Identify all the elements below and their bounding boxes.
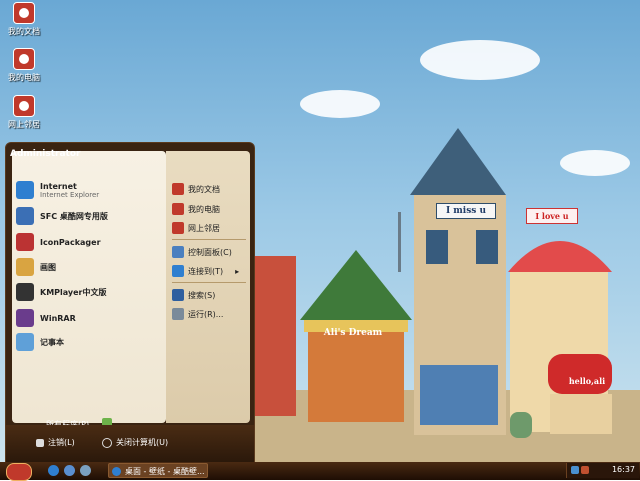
internet-explorer-icon [16, 181, 34, 199]
task-label: 桌面 - 壁纸 - 桌酷壁... [125, 467, 205, 476]
start-button[interactable] [6, 463, 32, 481]
right-item-my-documents[interactable]: 我的文档 [172, 183, 220, 195]
desktop-icon-label: 我的电脑 [8, 73, 40, 82]
notepad-icon [16, 333, 34, 351]
search-icon [172, 289, 184, 301]
pinned-title: 记事本 [40, 337, 64, 347]
right-item-connect-to[interactable]: 连接到(T) ▸ [172, 265, 239, 277]
sfc-icon [16, 207, 34, 225]
quicklaunch-ie-icon[interactable] [48, 465, 59, 476]
pinned-title: SFC 桌酷网专用版 [40, 211, 108, 221]
desktop-icon-my-documents[interactable]: 我的文档 [0, 2, 52, 37]
ie-icon [112, 467, 121, 476]
logoff-button[interactable]: 注销(L) [36, 437, 75, 448]
sign-i-love-u: I love u [526, 208, 578, 224]
right-item-label: 我的文档 [188, 184, 220, 194]
right-item-label: 搜索(S) [188, 290, 216, 300]
pinned-kmplayer[interactable]: KMPlayer中文版 [16, 283, 107, 301]
taskbar: 桌面 - 壁纸 - 桌酷壁... 16:37 [0, 462, 640, 481]
right-item-label: 运行(R)... [188, 309, 224, 319]
right-item-search[interactable]: 搜索(S) [172, 289, 215, 301]
tray-volume-icon[interactable] [581, 466, 589, 474]
network-places-icon [172, 222, 184, 234]
shutdown-label: 关闭计算机(U) [116, 438, 169, 447]
system-tray: 16:37 [566, 463, 639, 478]
start-menu-bottom-bar: 注销(L) 关闭计算机(U) [6, 425, 254, 463]
pinned-title: Internet [40, 181, 77, 191]
run-icon [172, 308, 184, 320]
quicklaunch-media-icon[interactable] [80, 465, 91, 476]
menu-separator [172, 239, 246, 240]
pinned-title: WinRAR [40, 313, 76, 323]
pinned-notepad[interactable]: 记事本 [16, 333, 64, 351]
quicklaunch-desktop-icon[interactable] [64, 465, 75, 476]
winrar-icon [16, 309, 34, 327]
pinned-sfc[interactable]: SFC 桌酷网专用版 [16, 207, 108, 225]
kmplayer-icon [16, 283, 34, 301]
pinned-iconpackager[interactable]: IconPackager [16, 233, 101, 251]
iconpackager-icon [16, 233, 34, 251]
sign-hello-ali: hello,ali [568, 376, 606, 386]
right-item-my-computer[interactable]: 我的电脑 [172, 203, 220, 215]
right-item-label: 控制面板(C) [188, 247, 232, 257]
paint-icon [16, 258, 34, 276]
desktop-icon-network-places[interactable]: 网上邻居 [0, 95, 52, 130]
pinned-internet[interactable]: Internet Internet Explorer [16, 181, 99, 199]
pinned-title: KMPlayer中文版 [40, 287, 107, 297]
desktop-icon-label: 网上邻居 [8, 120, 40, 129]
right-item-label: 网上邻居 [188, 223, 220, 233]
right-item-label: 我的电脑 [188, 204, 220, 214]
my-computer-icon [172, 203, 184, 215]
lock-icon [36, 438, 44, 447]
menu-separator [172, 282, 246, 283]
desktop-icon-my-computer[interactable]: 我的电脑 [0, 48, 52, 83]
pinned-subtitle: Internet Explorer [40, 190, 100, 199]
pinned-title: IconPackager [40, 237, 101, 247]
power-icon [102, 437, 112, 448]
my-documents-icon [13, 2, 35, 24]
start-menu-username: Administrator [10, 149, 81, 159]
my-documents-icon [172, 183, 184, 195]
control-panel-icon [172, 246, 184, 258]
pinned-winrar[interactable]: WinRAR [16, 309, 76, 327]
right-item-control-panel[interactable]: 控制面板(C) [172, 246, 232, 258]
network-places-icon [13, 95, 35, 117]
pinned-paint[interactable]: 画图 [16, 258, 56, 276]
shutdown-button[interactable]: 关闭计算机(U) [102, 437, 168, 448]
sign-alis-dream: Ali's Dream [323, 328, 383, 338]
logoff-label: 注销(L) [48, 438, 75, 447]
right-item-network-places[interactable]: 网上邻居 [172, 222, 220, 234]
taskbar-task-button[interactable]: 桌面 - 壁纸 - 桌酷壁... [108, 463, 208, 478]
start-menu: Administrator Internet Internet Explorer… [5, 142, 255, 464]
right-item-run[interactable]: 运行(R)... [172, 308, 223, 320]
my-computer-icon [13, 48, 35, 70]
connect-to-icon [172, 265, 184, 277]
sign-i-miss-u: I miss u [436, 203, 496, 219]
right-item-label: 连接到(T) [188, 266, 224, 276]
desktop-icon-label: 我的文档 [8, 27, 40, 36]
chevron-right-icon: ▸ [235, 266, 240, 276]
pinned-title: 画图 [40, 262, 56, 272]
clock: 16:37 [611, 465, 635, 474]
tray-network-icon[interactable] [571, 466, 579, 474]
